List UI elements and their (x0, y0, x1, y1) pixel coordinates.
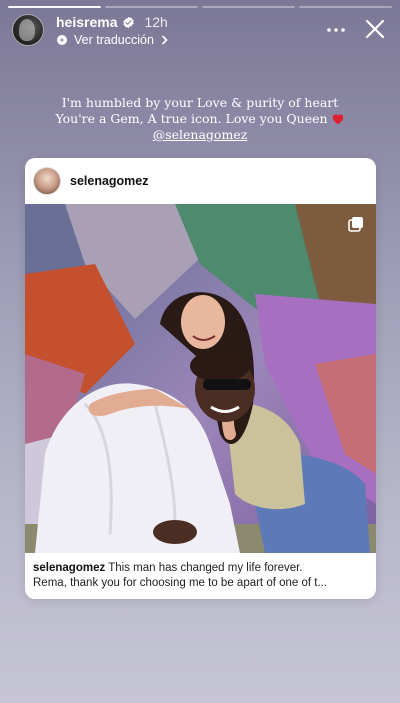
shared-post-caption: selenagomez This man has changed my life… (33, 561, 368, 591)
story-timestamp: 12h (144, 14, 168, 30)
shared-post-username[interactable]: selenagomez (70, 174, 149, 188)
caption-line: I'm humbled by your Love & purity of hea… (61, 95, 339, 110)
more-button[interactable] (324, 20, 348, 40)
progress-segment (8, 6, 101, 8)
heart-icon (332, 114, 343, 125)
more-horizontal-icon (327, 28, 345, 32)
chevron-right-icon (162, 35, 168, 45)
photo-illustration (25, 204, 376, 553)
caption-line: Rema, thank you for choosing me to be ap… (33, 577, 328, 589)
multiple-images-icon (348, 217, 363, 232)
close-icon (365, 19, 385, 39)
story-progress-bar (8, 6, 392, 8)
caption-text: You're a Gem, A true icon. Love you Quee… (55, 111, 328, 126)
user-line: heisrema 12h (56, 14, 168, 30)
translate-label[interactable]: Ver traducción (74, 33, 154, 47)
progress-segment (105, 6, 198, 8)
progress-segment (202, 6, 295, 8)
shared-post-card[interactable]: selenagomez selenagomez This man has cha… (25, 158, 376, 599)
avatar[interactable] (12, 14, 44, 46)
caption-line: @selenagomez (0, 127, 400, 143)
avatar[interactable] (33, 167, 61, 195)
shared-post-header: selenagomez (25, 158, 376, 204)
caption-username[interactable]: selenagomez (33, 562, 105, 574)
translate-link[interactable]: Ver traducción (56, 32, 170, 48)
progress-segment (299, 6, 392, 8)
story-caption: I'm humbled by your Love & purity of hea… (0, 95, 400, 143)
caption-line: selenagomez This man has changed my life… (33, 561, 368, 576)
close-button[interactable] (362, 16, 388, 42)
post-photo[interactable] (25, 204, 376, 553)
caption-text: This man has changed my life forever. (108, 562, 303, 574)
translate-globe-icon (57, 35, 67, 45)
caption-line: You're a Gem, A true icon. Love you Quee… (0, 111, 400, 127)
mention-link[interactable]: @selenagomez (153, 127, 248, 142)
story-header: heisrema 12h Ver traducción (12, 14, 388, 48)
verified-badge-icon (123, 16, 135, 28)
story-username[interactable]: heisrema (56, 14, 117, 30)
